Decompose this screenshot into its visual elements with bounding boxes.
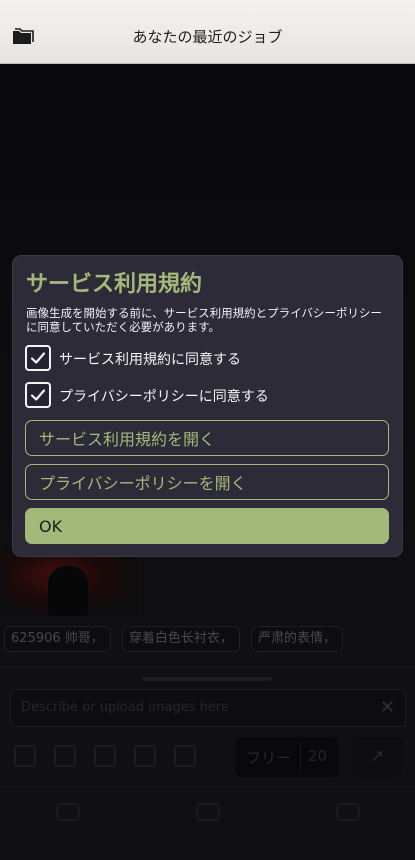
page-title: あなたの最近のジョブ [132,28,283,46]
checkmark-icon [30,352,46,364]
agree-terms-checkbox[interactable] [25,345,51,371]
open-privacy-button[interactable]: プライバシーポリシーを開く [25,464,389,500]
top-header: あなたの最近のジョブ [0,0,415,64]
terms-dialog: サービス利用規約 画像生成を開始する前に、サービス利用規約とプライバシーポリシー… [13,256,402,556]
dialog-title: サービス利用規約 [26,272,203,297]
open-terms-button[interactable]: サービス利用規約を開く [25,420,389,456]
dialog-description: 画像生成を開始する前に、サービス利用規約とプライバシーポリシーに同意していただく… [26,306,382,334]
checkmark-icon [30,389,46,401]
agree-privacy-checkbox[interactable] [25,382,51,408]
ok-button[interactable]: OK [25,508,389,544]
agree-terms-label: サービス利用規約に同意する [59,352,241,368]
agree-privacy-label: プライバシーポリシーに同意する [59,389,269,405]
